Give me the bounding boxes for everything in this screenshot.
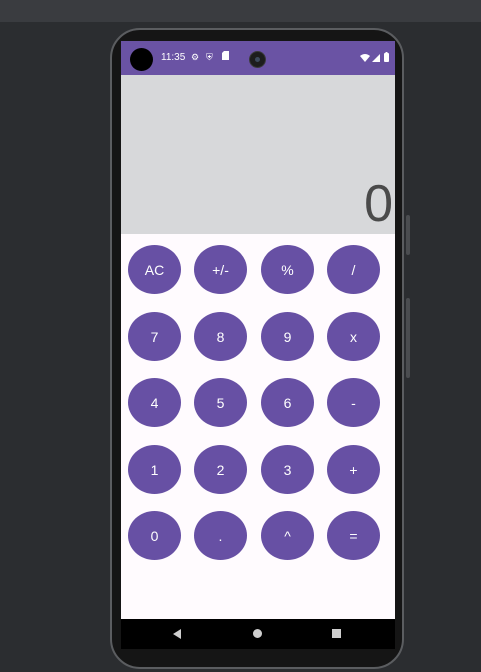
digit-2-button[interactable]: 2 [194,445,247,494]
clear-button[interactable]: AC [128,245,181,294]
power-button [406,215,410,255]
sign-toggle-button[interactable]: +/- [194,245,247,294]
digit-1-button[interactable]: 1 [128,445,181,494]
status-bar: 11:35 ⚙ ⛨ [121,41,395,75]
signal-icon [372,53,380,65]
navigation-bar [121,619,395,649]
gear-icon: ⚙ [191,52,200,62]
digit-3-button[interactable]: 3 [261,445,314,494]
digit-4-button[interactable]: 4 [128,378,181,427]
wifi-icon [360,53,370,65]
shield-icon: ⛨ [206,52,213,62]
front-camera-icon [249,51,266,68]
camera-dot-icon [130,48,153,71]
keypad: AC +/- % / 7 8 9 x 4 5 6 - 1 2 3 + 0 . ^… [121,234,395,619]
digit-9-button[interactable]: 9 [261,312,314,361]
device-screen: 11:35 ⚙ ⛨ 0 AC +/- % / 7 8 9 x 4 5 6 - 1… [121,41,395,649]
home-icon[interactable] [253,629,262,638]
subtract-button[interactable]: - [327,378,380,427]
digit-5-button[interactable]: 5 [194,378,247,427]
decimal-button[interactable]: . [194,511,247,560]
multiply-button[interactable]: x [327,312,380,361]
equals-button[interactable]: = [327,511,380,560]
digit-6-button[interactable]: 6 [261,378,314,427]
back-icon[interactable] [173,629,181,639]
sim-card-icon [222,51,229,63]
divide-button[interactable]: / [327,245,380,294]
window-top-bar [0,0,481,22]
recents-icon[interactable] [332,629,341,638]
battery-icon [384,52,389,65]
volume-button [406,298,410,378]
percent-button[interactable]: % [261,245,314,294]
digit-8-button[interactable]: 8 [194,312,247,361]
digit-7-button[interactable]: 7 [128,312,181,361]
display-value: 0 [364,175,393,233]
add-button[interactable]: + [327,445,380,494]
digit-0-button[interactable]: 0 [128,511,181,560]
power-operator-button[interactable]: ^ [261,511,314,560]
status-time: 11:35 [161,52,186,63]
result-display: 0 [121,75,395,234]
